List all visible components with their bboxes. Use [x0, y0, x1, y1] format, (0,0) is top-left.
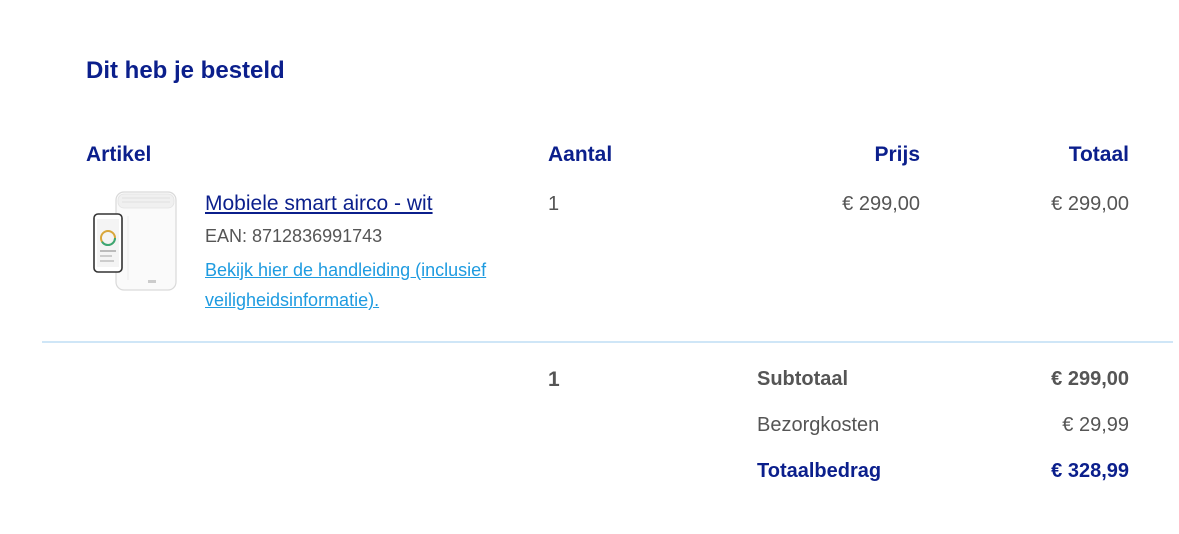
- grand-total-label: Totaalbedrag: [757, 460, 882, 482]
- delivery-cost-label: Bezorgkosten: [757, 414, 880, 436]
- summary-total-quantity: 1: [548, 368, 560, 391]
- column-header-article: Artikel: [86, 143, 152, 166]
- page-title: Dit heb je besteld: [86, 57, 285, 84]
- order-summary: Dit heb je besteld Artikel Aantal Prijs …: [0, 0, 1179, 534]
- product-ean: EAN: 8712836991743: [205, 226, 383, 246]
- item-price: € 299,00: [842, 193, 920, 215]
- air-conditioner-with-phone-icon: [93, 191, 177, 291]
- subtotal-label: Subtotaal: [757, 368, 849, 390]
- item-quantity: 1: [548, 193, 560, 215]
- grand-total-value: € 328,99: [1051, 460, 1129, 482]
- manual-link[interactable]: Bekijk hier de handleiding (inclusief ve…: [205, 255, 545, 315]
- column-header-quantity: Aantal: [548, 143, 613, 166]
- column-header-price: Prijs: [874, 143, 920, 166]
- subtotal-value: € 299,00: [1051, 368, 1129, 390]
- item-line-total: € 299,00: [1051, 193, 1129, 215]
- product-image[interactable]: [88, 188, 188, 294]
- divider: [42, 341, 1173, 343]
- delivery-cost-value: € 29,99: [1062, 414, 1129, 436]
- column-header-total: Totaal: [1068, 143, 1129, 166]
- product-name-link[interactable]: Mobiele smart airco - wit: [205, 192, 433, 216]
